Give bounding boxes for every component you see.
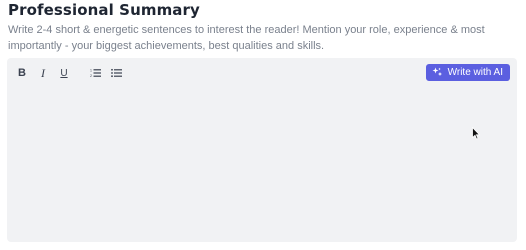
underline-button[interactable]: U xyxy=(57,66,71,80)
sparkle-icon xyxy=(432,67,443,78)
svg-text:2: 2 xyxy=(90,74,92,78)
summary-text-area[interactable] xyxy=(15,88,509,234)
section-title: Professional Summary xyxy=(8,1,200,19)
numbered-list-button[interactable]: 1 2 xyxy=(88,66,102,80)
write-with-ai-label: Write with AI xyxy=(447,67,503,78)
numbered-list-icon: 1 2 xyxy=(90,68,101,78)
bulleted-list-icon xyxy=(110,68,122,78)
section-description: Write 2-4 short & energetic sentences to… xyxy=(8,24,485,52)
editor-toolbar: B I U 1 2 xyxy=(15,66,130,80)
summary-editor[interactable]: B I U 1 2 Write with AI xyxy=(7,58,517,242)
bulleted-list-button[interactable] xyxy=(109,66,123,80)
write-with-ai-button[interactable]: Write with AI xyxy=(425,64,510,81)
bold-button[interactable]: B xyxy=(15,66,29,80)
svg-text:1: 1 xyxy=(90,69,92,73)
mouse-pointer-icon xyxy=(472,126,481,145)
italic-button[interactable]: I xyxy=(36,66,50,80)
